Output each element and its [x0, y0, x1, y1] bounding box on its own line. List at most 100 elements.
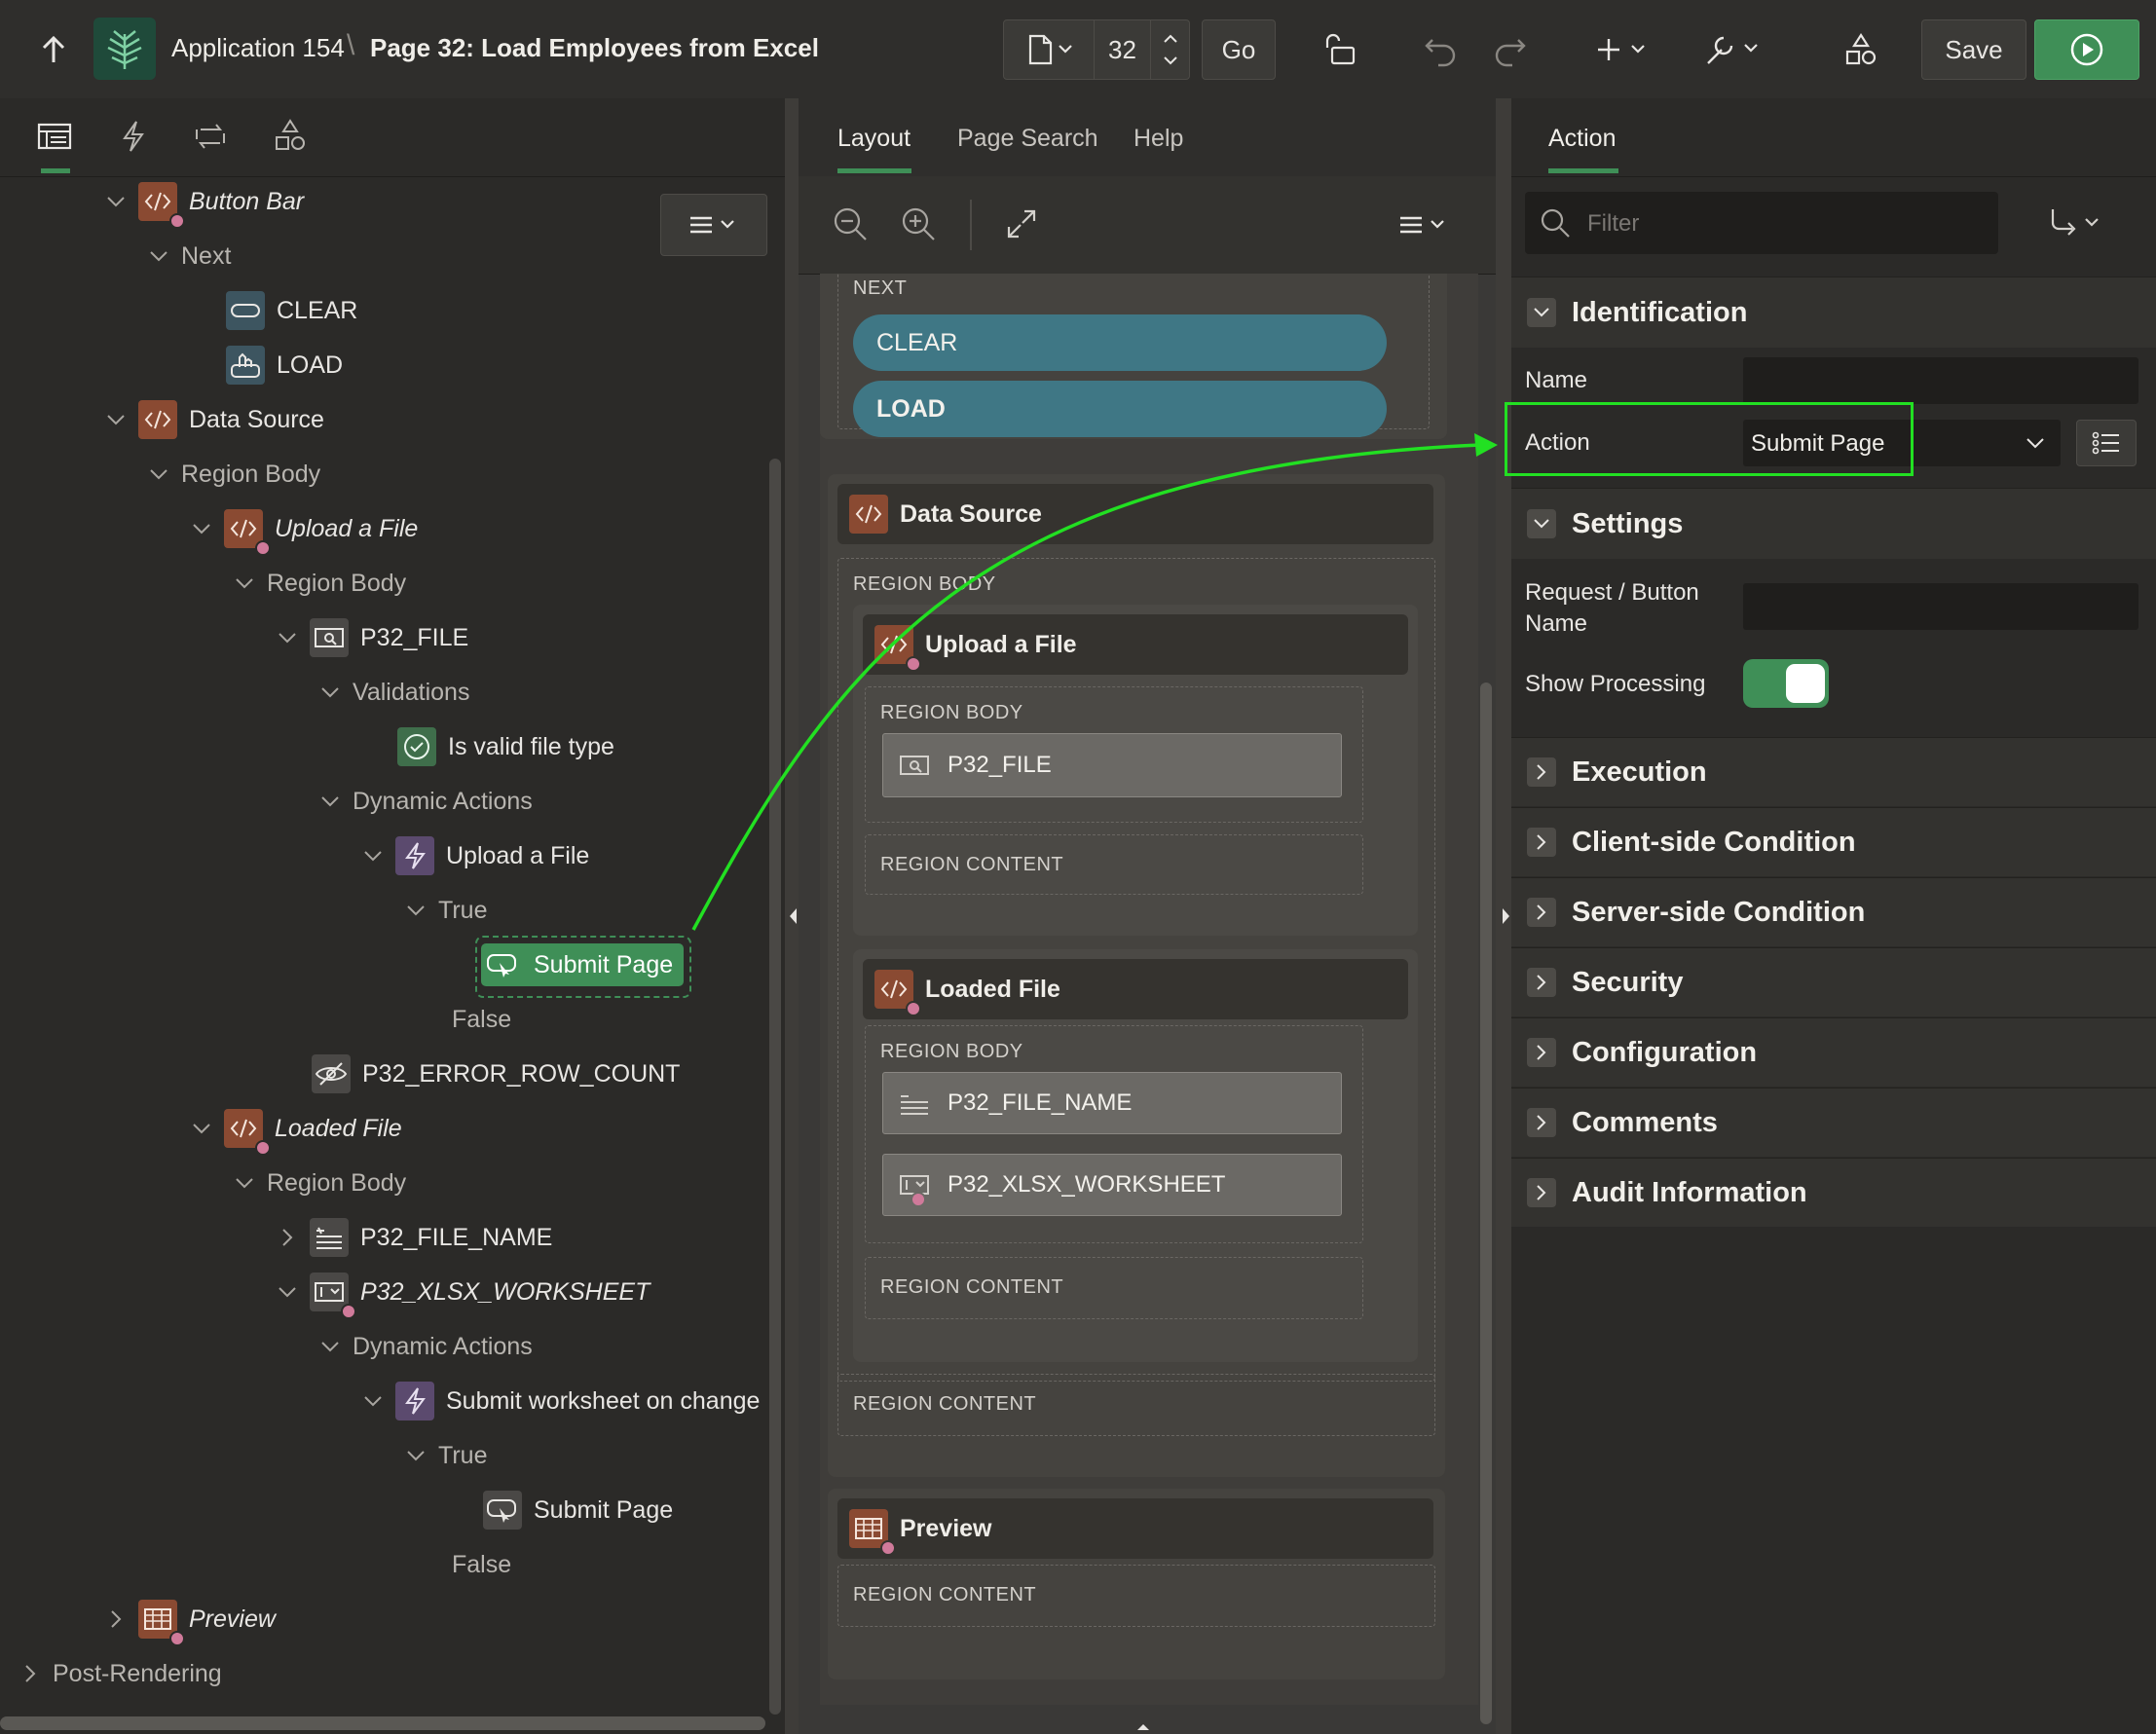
chevron-down-icon[interactable]: [316, 787, 345, 816]
chevron-right-icon[interactable]: [1527, 1108, 1556, 1137]
request-button-name-input[interactable]: [1743, 583, 2138, 630]
tree-node-true[interactable]: True: [401, 891, 487, 930]
tree-node-submit-worksheet-on-change[interactable]: Submit worksheet on change: [358, 1382, 760, 1420]
tree-node-p32-file[interactable]: P32_FILE: [273, 618, 468, 657]
chevron-down-icon[interactable]: [1527, 509, 1556, 538]
tab-layout[interactable]: Layout: [837, 125, 911, 153]
chevron-down-icon[interactable]: [401, 1441, 430, 1470]
p32-file-item[interactable]: P32_FILE: [882, 733, 1342, 797]
name-input[interactable]: [1743, 357, 2138, 404]
chevron-right-icon[interactable]: [273, 1223, 302, 1252]
tree-node-preview[interactable]: Preview: [101, 1600, 276, 1646]
go-to-group-icon[interactable]: [2047, 205, 2109, 239]
chevron-right-icon[interactable]: [16, 1659, 45, 1688]
zoom-in-icon[interactable]: [900, 205, 937, 242]
create-menu-icon[interactable]: [1593, 19, 1655, 80]
vertical-scrollbar[interactable]: [769, 459, 781, 1715]
tree-node-dynamic-actions[interactable]: Dynamic Actions: [316, 1327, 533, 1366]
load-button[interactable]: LOAD: [853, 381, 1387, 437]
section-client-side-condition[interactable]: Client-side Condition: [1511, 807, 2156, 876]
app-name[interactable]: Application 154: [171, 33, 345, 63]
tree-node-data-source[interactable]: Data Source: [101, 400, 324, 439]
lock-icon[interactable]: [1317, 19, 1365, 80]
page-number-input[interactable]: 32: [1095, 19, 1151, 80]
chevron-down-icon[interactable]: [230, 1168, 259, 1198]
tree-node-region-body[interactable]: Region Body: [230, 564, 406, 603]
layout-vertical-scrollbar[interactable]: [1480, 683, 1492, 1724]
filter-input[interactable]: Filter: [1525, 192, 1998, 254]
collapse-right-icon[interactable]: [1499, 906, 1512, 926]
chevron-down-icon[interactable]: [401, 896, 430, 925]
section-execution[interactable]: Execution: [1511, 737, 2156, 806]
shared-components-tab-icon[interactable]: [273, 118, 308, 153]
tree-node-true[interactable]: True: [401, 1436, 487, 1475]
upload-a-file-header[interactable]: Upload a File: [863, 614, 1408, 675]
section-identification[interactable]: Identification: [1511, 277, 2156, 348]
dynamic-actions-tab-icon[interactable]: [119, 120, 148, 153]
chevron-down-icon[interactable]: [316, 678, 345, 707]
chevron-down-icon[interactable]: [101, 405, 130, 434]
chevron-right-icon[interactable]: [1527, 1178, 1556, 1207]
horizontal-scrollbar[interactable]: [0, 1716, 765, 1730]
chevron-right-icon[interactable]: [101, 1605, 130, 1634]
tree-node-next[interactable]: Next: [144, 237, 231, 276]
tree-node-load[interactable]: LOAD: [226, 346, 343, 385]
tree-node-region-body[interactable]: Region Body: [230, 1163, 406, 1202]
loaded-file-header[interactable]: Loaded File: [863, 959, 1408, 1019]
layout-menu-icon[interactable]: [1394, 210, 1453, 240]
p32-xlsx-worksheet-item[interactable]: P32_XLSX_WORKSHEET: [882, 1154, 1342, 1216]
preview-header[interactable]: Preview: [837, 1498, 1433, 1559]
rendering-tab-icon[interactable]: [37, 122, 72, 151]
tree-node-submit-page-selected[interactable]: Submit Page: [481, 943, 684, 986]
right-splitter[interactable]: [1496, 98, 1511, 1734]
chevron-down-icon[interactable]: [144, 241, 173, 271]
page-selector-button[interactable]: [1003, 19, 1095, 80]
chevron-down-icon[interactable]: [187, 1114, 216, 1143]
chevron-down-icon[interactable]: [101, 187, 130, 216]
chevron-down-icon[interactable]: [358, 841, 388, 870]
page-stepper[interactable]: [1151, 19, 1190, 80]
save-button[interactable]: Save: [1921, 19, 2026, 80]
run-page-button[interactable]: [2034, 19, 2139, 80]
left-splitter[interactable]: [785, 98, 799, 1734]
processing-tab-icon[interactable]: [193, 120, 228, 153]
tree-node-p32-xlsx-worksheet[interactable]: P32_XLSX_WORKSHEET: [273, 1273, 650, 1319]
tree-menu-button[interactable]: [660, 194, 767, 256]
chevron-down-icon[interactable]: [230, 569, 259, 598]
chevron-right-icon[interactable]: [1527, 1038, 1556, 1067]
tree-node-upload-a-file[interactable]: Upload a File: [187, 509, 418, 556]
section-security[interactable]: Security: [1511, 947, 2156, 1016]
tree-node-false[interactable]: False: [452, 1545, 511, 1584]
tree-node-clear[interactable]: CLEAR: [226, 291, 357, 330]
section-audit-information[interactable]: Audit Information: [1511, 1158, 2156, 1227]
data-source-header[interactable]: Data Source: [837, 484, 1433, 544]
expand-icon[interactable]: [1005, 207, 1038, 240]
clear-button[interactable]: CLEAR: [853, 314, 1387, 371]
zoom-out-icon[interactable]: [832, 205, 869, 242]
tree-node-upload-a-file-da[interactable]: Upload a File: [358, 836, 589, 875]
scroll-up-indicator-icon[interactable]: [1135, 1722, 1151, 1732]
tree-node-dynamic-actions[interactable]: Dynamic Actions: [316, 782, 533, 821]
tree-node-false[interactable]: False: [452, 1000, 511, 1039]
show-processing-toggle[interactable]: [1743, 659, 1829, 708]
tree-node-loaded-file[interactable]: Loaded File: [187, 1109, 402, 1156]
section-settings[interactable]: Settings: [1511, 488, 2156, 559]
chevron-right-icon[interactable]: [1527, 757, 1556, 787]
tree-node-button-bar[interactable]: Button Bar: [101, 182, 304, 229]
chevron-down-icon[interactable]: [187, 514, 216, 543]
chevron-down-icon[interactable]: [316, 1332, 345, 1361]
tree-node-is-valid-file-type[interactable]: Is valid file type: [397, 727, 614, 766]
tree-node-region-body[interactable]: Region Body: [144, 455, 320, 494]
chevron-down-icon[interactable]: [144, 460, 173, 489]
redo-icon[interactable]: [1486, 19, 1535, 80]
chevron-down-icon[interactable]: [358, 1386, 388, 1416]
chevron-down-icon[interactable]: [273, 623, 302, 652]
tree-node-p32-error-row-count[interactable]: P32_ERROR_ROW_COUNT: [312, 1054, 680, 1093]
tab-page-search[interactable]: Page Search: [957, 125, 1098, 153]
tab-help[interactable]: Help: [1134, 125, 1183, 153]
chevron-down-icon[interactable]: [273, 1277, 302, 1307]
tree-node-post-rendering[interactable]: Post-Rendering: [16, 1654, 222, 1693]
section-server-side-condition[interactable]: Server-side Condition: [1511, 877, 2156, 946]
chevron-down-icon[interactable]: [1527, 298, 1556, 327]
chevron-right-icon[interactable]: [1527, 898, 1556, 927]
